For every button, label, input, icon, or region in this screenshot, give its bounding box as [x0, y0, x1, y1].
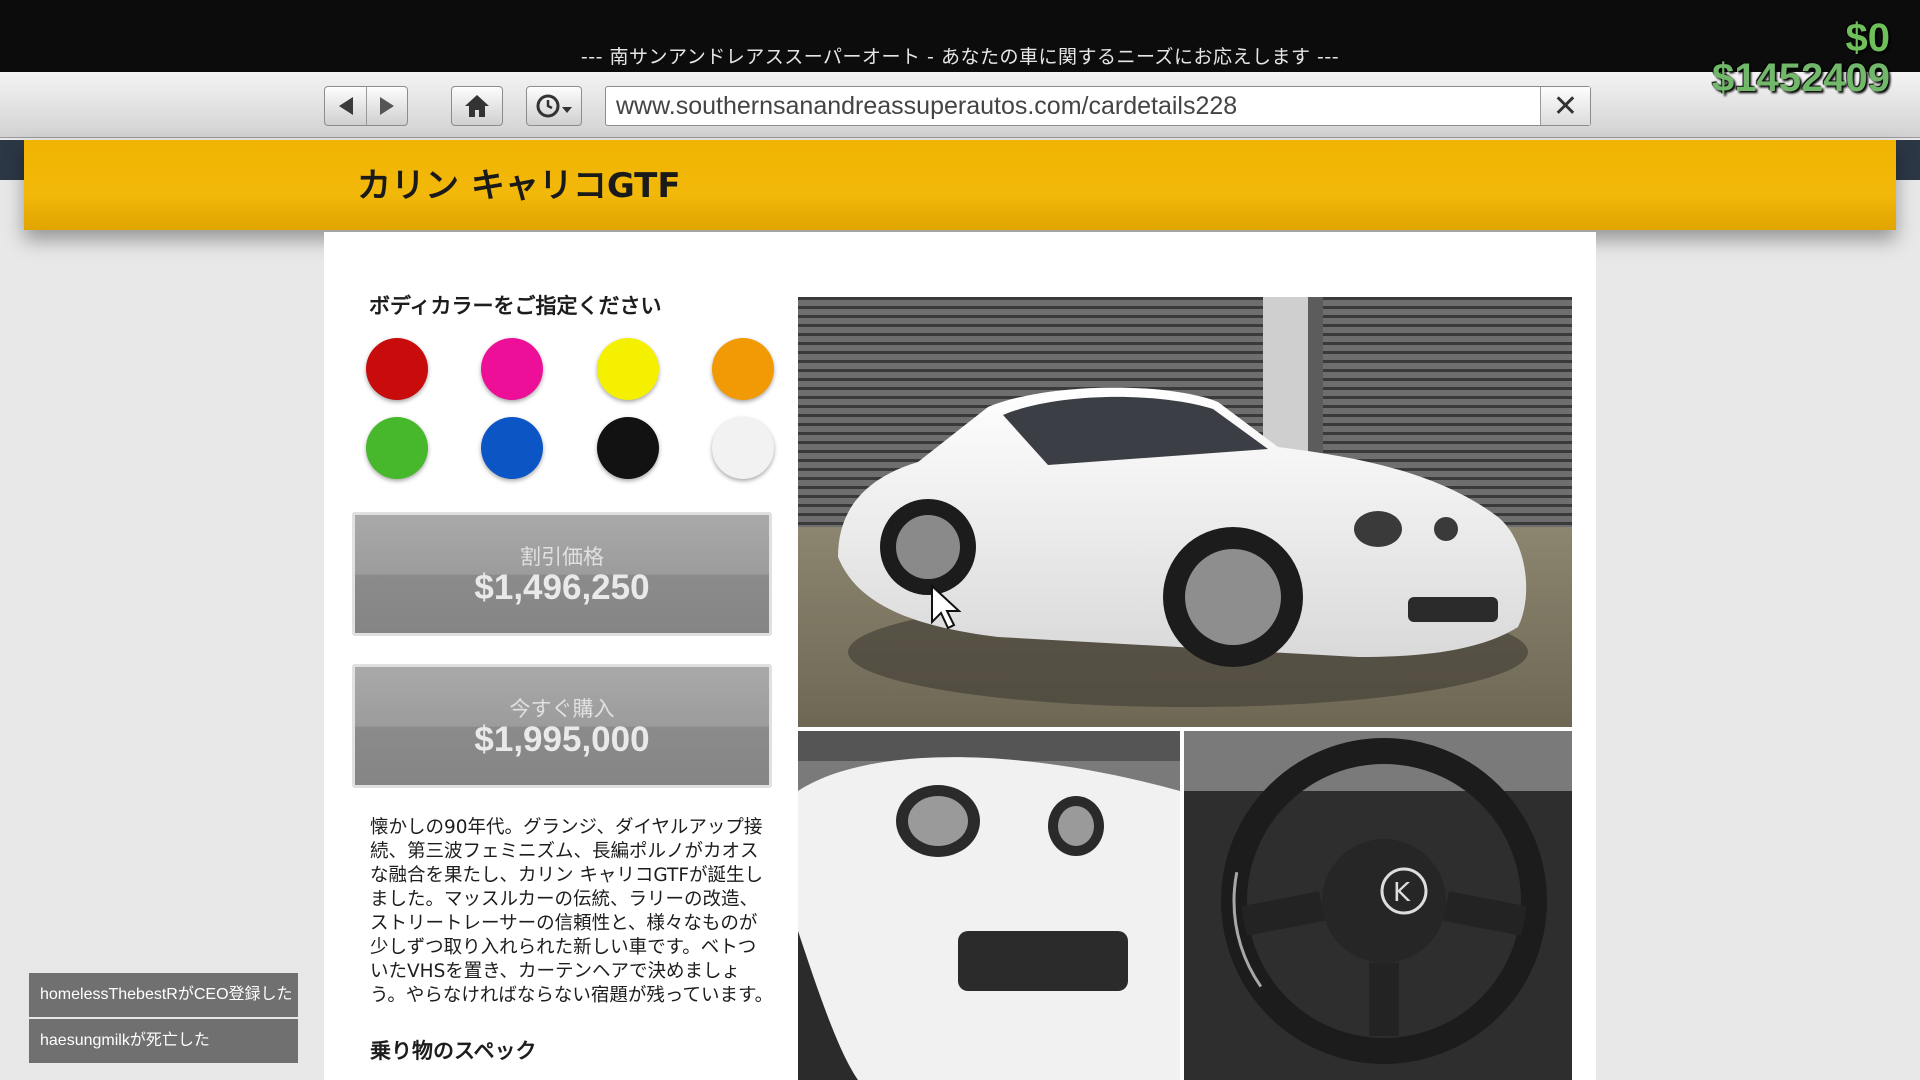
buy-now-button[interactable]: 今すぐ購入 $1,995,000 [352, 664, 772, 788]
vehicle-photo-headlights [798, 731, 1180, 1080]
buy-now-label: 今すぐ購入 [509, 697, 615, 721]
buy-now-price: $1,995,000 [474, 720, 650, 759]
forward-button[interactable] [366, 87, 407, 125]
color-swatch-1[interactable] [366, 338, 428, 400]
history-clock-icon [536, 94, 572, 118]
home-button[interactable] [452, 87, 502, 125]
history-button[interactable] [527, 87, 581, 125]
ribbon-fold-left [0, 140, 26, 180]
discount-price-button[interactable]: 割引価格 $1,496,250 [352, 512, 772, 636]
address-bar[interactable]: www.southernsanandreassuperautos.com/car… [605, 86, 1591, 126]
close-button[interactable]: ✕ [1540, 87, 1590, 125]
site-banner: --- 南サンアンドレアススーパーオート - あなたの車に関するニーズにお応えし… [0, 0, 1920, 72]
url-text[interactable]: www.southernsanandreassuperautos.com/car… [606, 87, 1540, 125]
home-group [451, 86, 503, 126]
history-nav-group [324, 86, 408, 126]
forward-arrow-icon [380, 97, 394, 115]
money-hud: $0 $1452409 [1712, 18, 1890, 98]
vehicle-photo-main [798, 297, 1572, 727]
vehicle-details-page: ボディカラーをご指定ください 割引価格 $1,496,250 今すぐ購入 $1,… [324, 232, 1596, 1080]
vehicle-title: カリン キャリコGTF [357, 166, 681, 206]
title-ribbon: カリン キャリコGTF [24, 140, 1896, 230]
color-swatch-4[interactable] [712, 338, 774, 400]
notification-item: haesungmilkが死亡した [29, 1019, 298, 1063]
vehicle-photo-interior: K [1184, 731, 1572, 1080]
color-swatch-8[interactable] [712, 417, 774, 479]
color-picker-title: ボディカラーをご指定ください [369, 294, 662, 318]
discount-label: 割引価格 [520, 545, 604, 569]
back-button[interactable] [325, 87, 366, 125]
home-icon [465, 95, 489, 117]
ribbon-fold-right [1894, 140, 1920, 180]
specs-heading: 乗り物のスペック [370, 1039, 537, 1063]
site-tagline: --- 南サンアンドレアススーパーオート - あなたの車に関するニーズにお応えし… [580, 46, 1340, 68]
bank-amount: $1452409 [1712, 56, 1890, 100]
notification-item: homelessThebestRがCEO登録した [29, 973, 298, 1017]
cash-amount: $0 [1845, 16, 1891, 60]
color-swatch-5[interactable] [366, 417, 428, 479]
history-group [526, 86, 582, 126]
discount-price: $1,496,250 [474, 568, 650, 607]
svg-text:K: K [1393, 878, 1411, 908]
color-swatch-7[interactable] [597, 417, 659, 479]
vehicle-description: 懐かしの90年代。グランジ、ダイヤルアップ接続、第三波フェミニズム、長編ポルノが… [370, 817, 774, 1006]
color-swatch-6[interactable] [481, 417, 543, 479]
close-x-icon: ✕ [1552, 88, 1579, 124]
mouse-cursor-icon [931, 584, 962, 630]
browser-toolbar: www.southernsanandreassuperautos.com/car… [0, 72, 1920, 138]
back-arrow-icon [338, 97, 353, 115]
color-swatch-2[interactable] [481, 338, 543, 400]
color-swatch-3[interactable] [597, 338, 659, 400]
